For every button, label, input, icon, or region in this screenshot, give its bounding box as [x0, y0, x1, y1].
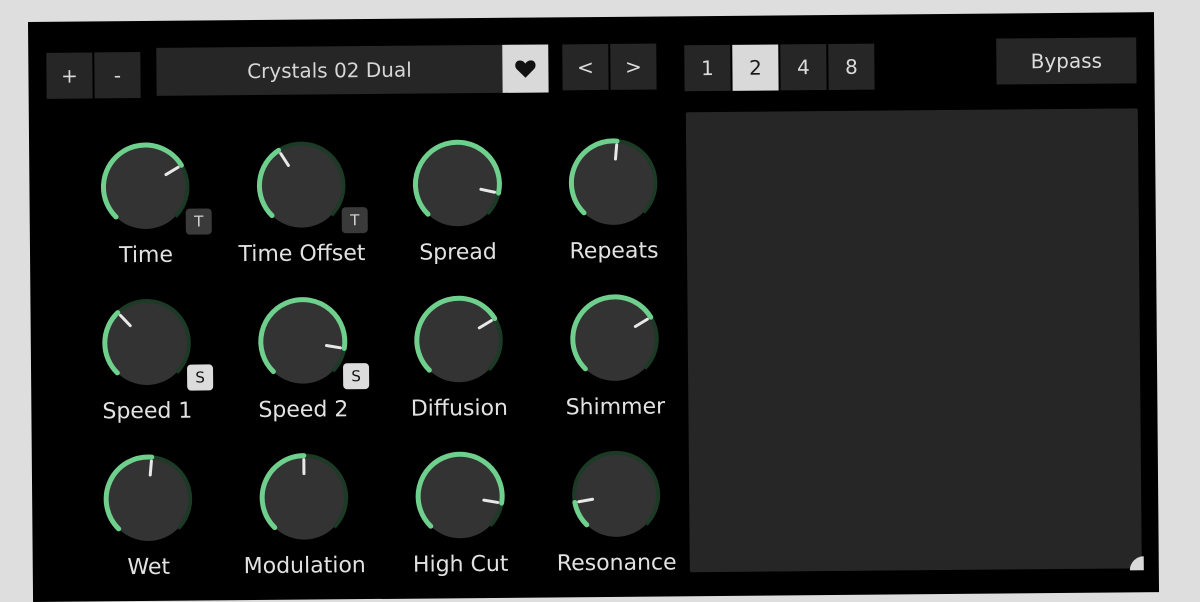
- visualizer-display: [686, 108, 1142, 572]
- knob-dial[interactable]: [566, 290, 663, 387]
- knob-speed-2-sync-toggle[interactable]: S: [343, 363, 369, 389]
- knob-label: Shimmer: [525, 394, 705, 421]
- knob-label: Speed 1: [57, 398, 237, 425]
- knob-modulation[interactable]: Modulation: [234, 449, 375, 590]
- knob-label: High Cut: [371, 551, 551, 578]
- knob-time-offset-tempo-sync-toggle[interactable]: T: [342, 207, 368, 233]
- delay-plugin-window: + - Crystals 02 Dual < > 1248 Bypass TTi…: [28, 12, 1159, 602]
- previous-preset-button[interactable]: <: [562, 44, 608, 90]
- knob-dial[interactable]: [565, 134, 662, 231]
- knob-speed-1-sync-toggle[interactable]: S: [187, 364, 213, 390]
- division-button-4[interactable]: 4: [780, 44, 826, 90]
- bypass-button[interactable]: Bypass: [996, 37, 1136, 84]
- knob-dial[interactable]: [253, 137, 350, 234]
- knob-label: Diffusion: [369, 395, 549, 422]
- knob-speed-2[interactable]: SSpeed 2: [232, 293, 373, 434]
- knob-dial[interactable]: [412, 448, 509, 545]
- knob-resonance[interactable]: Resonance: [546, 446, 687, 587]
- remove-preset-button[interactable]: -: [94, 52, 140, 98]
- knob-shimmer[interactable]: Shimmer: [544, 290, 685, 431]
- knob-high-cut[interactable]: High Cut: [390, 448, 531, 589]
- knob-dial[interactable]: [254, 293, 351, 390]
- knob-label: Repeats: [524, 238, 704, 265]
- next-preset-button[interactable]: >: [610, 44, 656, 90]
- knob-wet[interactable]: Wet: [78, 450, 219, 591]
- knob-speed-1[interactable]: SSpeed 1: [76, 294, 217, 435]
- knob-dial[interactable]: [568, 446, 665, 543]
- division-button-8[interactable]: 8: [828, 44, 874, 90]
- knob-time-tempo-sync-toggle[interactable]: T: [186, 208, 212, 234]
- knob-dial[interactable]: [409, 136, 506, 233]
- knob-dial[interactable]: [256, 449, 353, 546]
- favorite-heart-button[interactable]: [502, 44, 548, 92]
- knob-repeats[interactable]: Repeats: [543, 134, 684, 275]
- preset-name-display[interactable]: Crystals 02 Dual: [156, 45, 502, 96]
- knob-grid: TTimeTTime OffsetSpreadRepeatsSSpeed 1SS…: [28, 12, 1154, 22]
- division-button-1[interactable]: 1: [684, 45, 730, 91]
- knob-diffusion[interactable]: Diffusion: [388, 292, 529, 433]
- add-preset-button[interactable]: +: [46, 52, 92, 98]
- knob-label: Speed 2: [213, 397, 393, 424]
- knob-dial[interactable]: [97, 139, 194, 236]
- knob-label: Resonance: [527, 550, 707, 577]
- heart-icon: [514, 59, 536, 79]
- knob-dial[interactable]: [410, 292, 507, 389]
- knob-label: Modulation: [215, 553, 395, 580]
- knob-dial[interactable]: [98, 295, 195, 392]
- division-selector: 1248: [28, 12, 1154, 22]
- knob-label: Time Offset: [212, 241, 392, 268]
- knob-dial[interactable]: [100, 451, 197, 548]
- division-button-2[interactable]: 2: [732, 44, 778, 90]
- knob-time-offset[interactable]: TTime Offset: [231, 137, 372, 278]
- knob-label: Spread: [368, 239, 548, 266]
- knob-label: Wet: [59, 554, 239, 581]
- knob-label: Time: [56, 242, 236, 269]
- knob-time[interactable]: TTime: [75, 138, 216, 279]
- knob-spread[interactable]: Spread: [387, 136, 528, 277]
- resize-handle[interactable]: [1130, 556, 1144, 570]
